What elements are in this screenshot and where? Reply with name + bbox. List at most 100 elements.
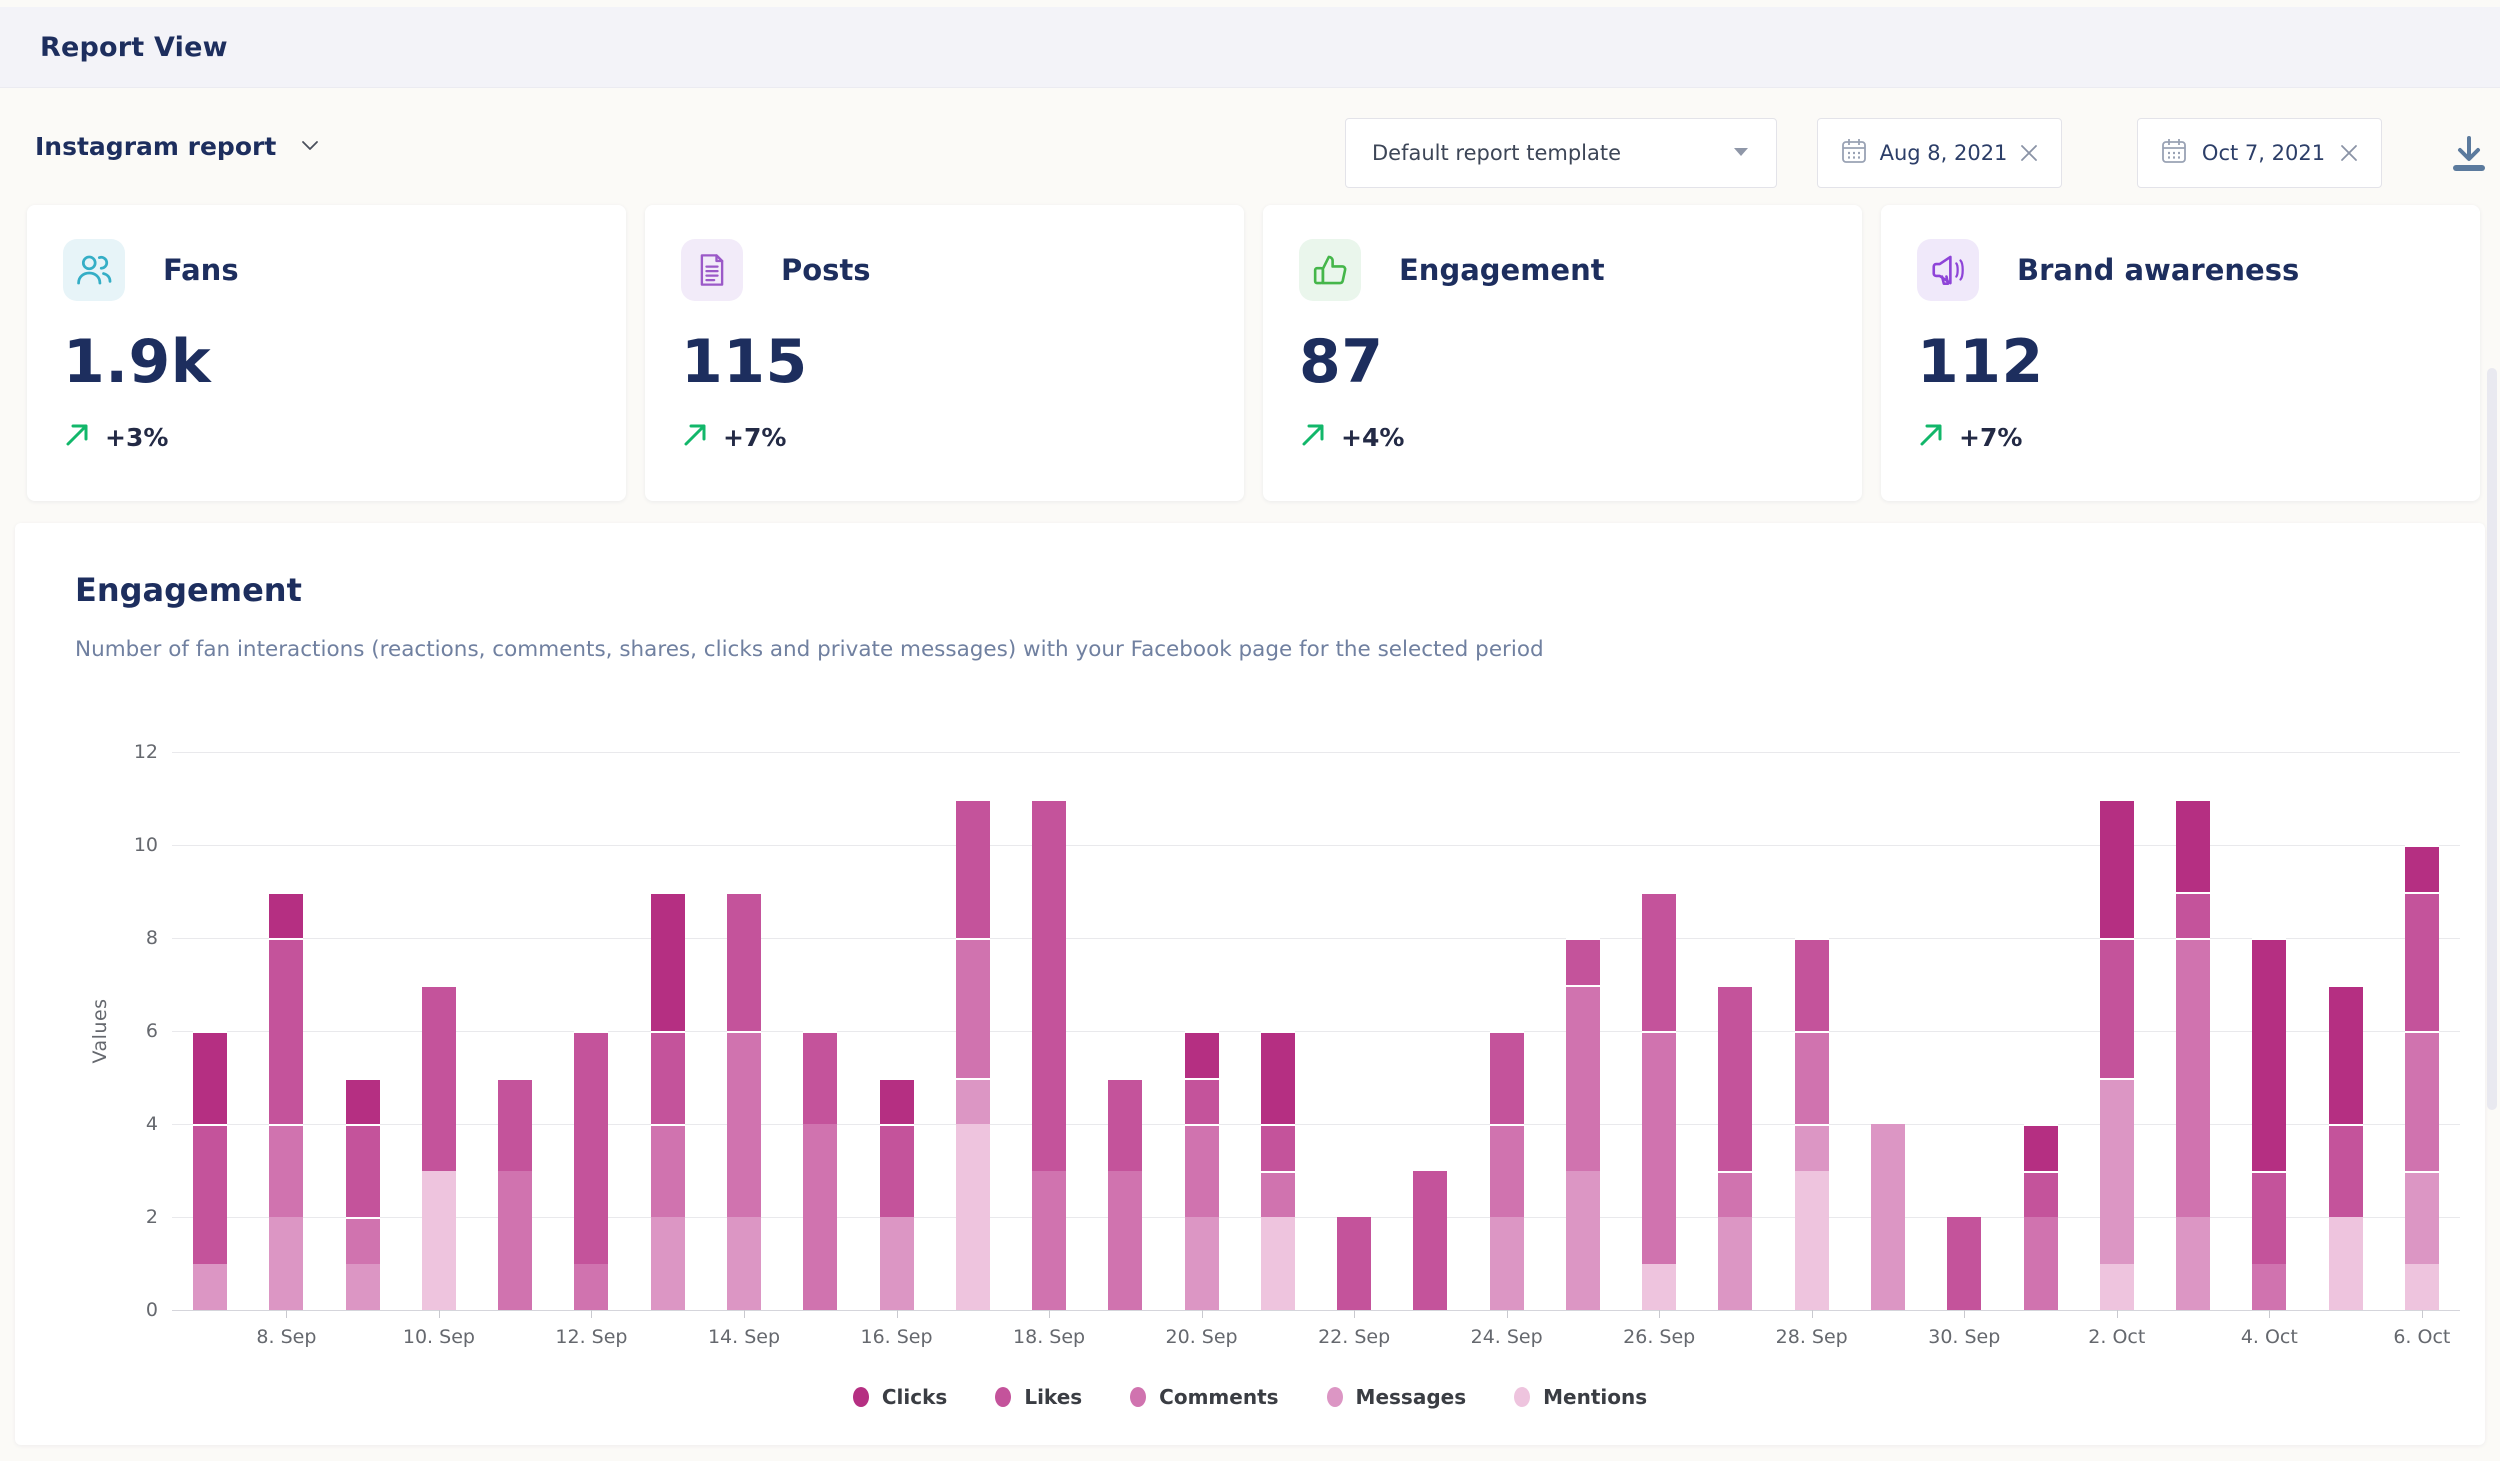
legend-item-messages[interactable]: Messages bbox=[1327, 1385, 1467, 1409]
bar-segment-mentions-5Oct[interactable] bbox=[2329, 1217, 2363, 1310]
bar-segment-comments-18Sep[interactable] bbox=[1032, 1171, 1066, 1311]
bar-segment-messages-29Sep[interactable] bbox=[1871, 1124, 1905, 1310]
bar-segment-likes-19Sep[interactable] bbox=[1108, 1078, 1142, 1171]
bar-segment-likes-22Sep[interactable] bbox=[1337, 1217, 1371, 1310]
bar-segment-messages-13Sep[interactable] bbox=[651, 1217, 685, 1310]
bar-segment-comments-21Sep[interactable] bbox=[1261, 1171, 1295, 1218]
bar-segment-likes-10Sep[interactable] bbox=[422, 985, 456, 1171]
bar-segment-likes-12Sep[interactable] bbox=[574, 1031, 608, 1264]
bar-segment-likes-7Sep[interactable] bbox=[193, 1124, 227, 1264]
bar-segment-likes-17Sep[interactable] bbox=[956, 799, 990, 939]
bar-segment-messages-2Oct[interactable] bbox=[2100, 1078, 2134, 1264]
bar-segment-likes-26Sep[interactable] bbox=[1642, 892, 1676, 1032]
bar-segment-likes-11Sep[interactable] bbox=[498, 1078, 532, 1171]
bar-segment-clicks-13Sep[interactable] bbox=[651, 892, 685, 1032]
bar-segment-clicks-21Sep[interactable] bbox=[1261, 1031, 1295, 1124]
bar-segment-clicks-5Oct[interactable] bbox=[2329, 985, 2363, 1125]
bar-segment-clicks-20Sep[interactable] bbox=[1185, 1031, 1219, 1078]
bar-segment-likes-21Sep[interactable] bbox=[1261, 1124, 1295, 1171]
template-select[interactable]: Default report template bbox=[1345, 118, 1777, 188]
bar-segment-mentions-10Sep[interactable] bbox=[422, 1171, 456, 1311]
bar-segment-comments-24Sep[interactable] bbox=[1490, 1124, 1524, 1217]
bar-segment-comments-28Sep[interactable] bbox=[1795, 1031, 1829, 1124]
bar-segment-comments-12Sep[interactable] bbox=[574, 1264, 608, 1311]
bar-segment-messages-16Sep[interactable] bbox=[880, 1217, 914, 1310]
bar-segment-comments-19Sep[interactable] bbox=[1108, 1171, 1142, 1311]
bar-segment-clicks-4Oct[interactable] bbox=[2252, 938, 2286, 1171]
bar-segment-likes-1Oct[interactable] bbox=[2024, 1171, 2058, 1218]
bar-segment-likes-24Sep[interactable] bbox=[1490, 1031, 1524, 1124]
date-to-picker[interactable]: Oct 7, 2021 bbox=[2137, 118, 2382, 188]
bar-segment-clicks-7Sep[interactable] bbox=[193, 1031, 227, 1124]
date-from-picker[interactable]: Aug 8, 2021 bbox=[1817, 118, 2062, 188]
bar-segment-comments-8Sep[interactable] bbox=[269, 1124, 303, 1217]
bar-segment-likes-3Oct[interactable] bbox=[2176, 892, 2210, 939]
report-selector-dropdown[interactable]: Instagram report bbox=[35, 132, 322, 161]
bar-segment-messages-6Oct[interactable] bbox=[2405, 1171, 2439, 1264]
legend-item-mentions[interactable]: Mentions bbox=[1514, 1385, 1647, 1409]
bar-segment-mentions-21Sep[interactable] bbox=[1261, 1217, 1295, 1310]
bar-segment-messages-25Sep[interactable] bbox=[1566, 1171, 1600, 1311]
bar-segment-comments-13Sep[interactable] bbox=[651, 1124, 685, 1217]
bar-segment-messages-28Sep[interactable] bbox=[1795, 1124, 1829, 1171]
legend-item-clicks[interactable]: Clicks bbox=[853, 1385, 947, 1409]
bar-segment-messages-27Sep[interactable] bbox=[1718, 1217, 1752, 1310]
bar-segment-messages-14Sep[interactable] bbox=[727, 1217, 761, 1310]
bar-segment-messages-3Oct[interactable] bbox=[2176, 1217, 2210, 1310]
bar-segment-messages-7Sep[interactable] bbox=[193, 1264, 227, 1311]
bar-segment-clicks-16Sep[interactable] bbox=[880, 1078, 914, 1125]
bar-segment-comments-14Sep[interactable] bbox=[727, 1031, 761, 1217]
bar-segment-likes-18Sep[interactable] bbox=[1032, 799, 1066, 1171]
bar-segment-likes-16Sep[interactable] bbox=[880, 1124, 914, 1217]
bar-segment-likes-2Oct[interactable] bbox=[2100, 938, 2134, 1078]
bar-segment-likes-20Sep[interactable] bbox=[1185, 1078, 1219, 1125]
bar-segment-messages-20Sep[interactable] bbox=[1185, 1217, 1219, 1310]
bar-segment-comments-4Oct[interactable] bbox=[2252, 1264, 2286, 1311]
bar-segment-comments-20Sep[interactable] bbox=[1185, 1124, 1219, 1217]
bar-segment-clicks-2Oct[interactable] bbox=[2100, 799, 2134, 939]
bar-segment-comments-3Oct[interactable] bbox=[2176, 938, 2210, 1217]
download-report-button[interactable] bbox=[2448, 130, 2490, 176]
date-to-clear-button[interactable] bbox=[2339, 143, 2359, 163]
bar-segment-mentions-26Sep[interactable] bbox=[1642, 1264, 1676, 1311]
bar-segment-comments-17Sep[interactable] bbox=[956, 938, 990, 1078]
bar-segment-likes-5Oct[interactable] bbox=[2329, 1124, 2363, 1217]
bar-segment-likes-4Oct[interactable] bbox=[2252, 1171, 2286, 1264]
bar-segment-clicks-1Oct[interactable] bbox=[2024, 1124, 2058, 1171]
bar-segment-clicks-6Oct[interactable] bbox=[2405, 845, 2439, 892]
bar-segment-messages-17Sep[interactable] bbox=[956, 1078, 990, 1125]
bar-segment-messages-8Sep[interactable] bbox=[269, 1217, 303, 1310]
bar-segment-comments-26Sep[interactable] bbox=[1642, 1031, 1676, 1264]
bar-segment-mentions-2Oct[interactable] bbox=[2100, 1264, 2134, 1311]
bar-segment-comments-1Oct[interactable] bbox=[2024, 1217, 2058, 1310]
bar-segment-likes-25Sep[interactable] bbox=[1566, 938, 1600, 985]
bar-segment-likes-23Sep[interactable] bbox=[1413, 1171, 1447, 1311]
bar-segment-comments-27Sep[interactable] bbox=[1718, 1171, 1752, 1218]
vertical-scrollbar[interactable] bbox=[2487, 368, 2497, 1110]
bar-segment-clicks-8Sep[interactable] bbox=[269, 892, 303, 939]
bar-segment-messages-24Sep[interactable] bbox=[1490, 1217, 1524, 1310]
bar-segment-comments-15Sep[interactable] bbox=[803, 1124, 837, 1310]
bar-segment-comments-9Sep[interactable] bbox=[346, 1217, 380, 1264]
bar-segment-likes-30Sep[interactable] bbox=[1947, 1217, 1981, 1310]
bar-segment-messages-9Sep[interactable] bbox=[346, 1264, 380, 1311]
bar-segment-likes-8Sep[interactable] bbox=[269, 938, 303, 1124]
bar-segment-mentions-28Sep[interactable] bbox=[1795, 1171, 1829, 1311]
bar-segment-comments-6Oct[interactable] bbox=[2405, 1031, 2439, 1171]
legend-item-likes[interactable]: Likes bbox=[995, 1385, 1082, 1409]
date-from-clear-button[interactable] bbox=[2019, 143, 2039, 163]
bar-segment-likes-13Sep[interactable] bbox=[651, 1031, 685, 1124]
bar-segment-likes-28Sep[interactable] bbox=[1795, 938, 1829, 1031]
legend-item-comments[interactable]: Comments bbox=[1130, 1385, 1278, 1409]
bar-segment-mentions-17Sep[interactable] bbox=[956, 1124, 990, 1310]
bar-segment-likes-14Sep[interactable] bbox=[727, 892, 761, 1032]
bar-segment-comments-11Sep[interactable] bbox=[498, 1171, 532, 1311]
bar-segment-likes-27Sep[interactable] bbox=[1718, 985, 1752, 1171]
bar-segment-likes-15Sep[interactable] bbox=[803, 1031, 837, 1124]
bar-segment-comments-25Sep[interactable] bbox=[1566, 985, 1600, 1171]
bar-segment-likes-6Oct[interactable] bbox=[2405, 892, 2439, 1032]
bar-segment-mentions-6Oct[interactable] bbox=[2405, 1264, 2439, 1311]
bar-segment-clicks-3Oct[interactable] bbox=[2176, 799, 2210, 892]
bar-segment-likes-9Sep[interactable] bbox=[346, 1124, 380, 1217]
bar-segment-clicks-9Sep[interactable] bbox=[346, 1078, 380, 1125]
